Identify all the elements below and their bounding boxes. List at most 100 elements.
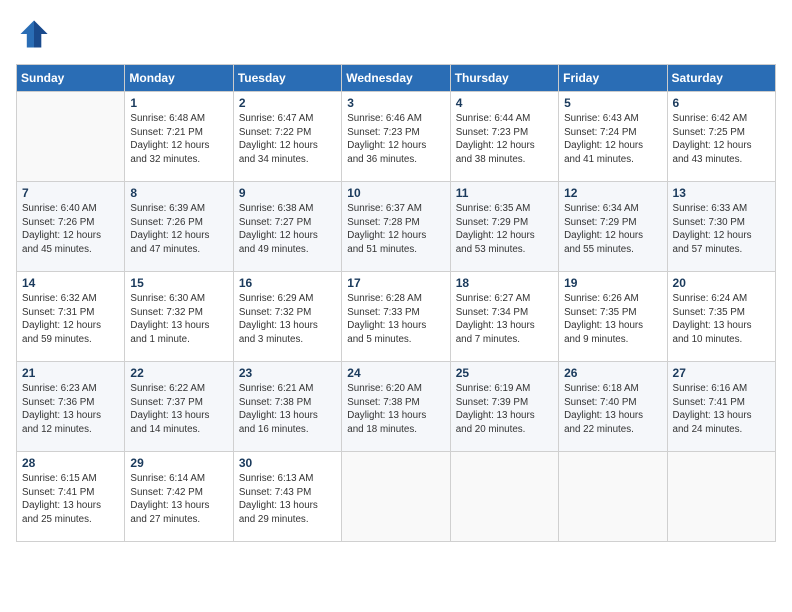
calendar-week-2: 7Sunrise: 6:40 AM Sunset: 7:26 PM Daylig… <box>17 182 776 272</box>
day-number: 2 <box>239 96 336 110</box>
calendar-cell: 2 Sunrise: 6:47 AM Sunset: 7:22 PM Daylig… <box>233 92 341 182</box>
day-info: Sunrise: 6:39 AM Sunset: 7:26 PM Dayligh… <box>130 202 227 257</box>
day-number: 14 <box>22 276 119 290</box>
day-number: 10 <box>347 186 444 200</box>
day-number: 7 <box>22 186 119 200</box>
day-number: 18 <box>456 276 553 290</box>
calendar-table: SundayMondayTuesdayWednesdayThursdayFrid… <box>16 64 776 542</box>
day-number: 27 <box>673 366 770 380</box>
day-number: 25 <box>456 366 553 380</box>
calendar-cell: 22 Sunrise: 6:22 AM Sunset: 7:37 PM Dayli… <box>125 362 233 452</box>
calendar-cell: 25 Sunrise: 6:19 AM Sunset: 7:39 PM Dayli… <box>450 362 558 452</box>
day-number: 1 <box>130 96 227 110</box>
day-number: 12 <box>564 186 661 200</box>
day-info: Sunrise: 6:43 AM Sunset: 7:24 PM Dayligh… <box>564 112 661 167</box>
calendar-cell: 10 Sunrise: 6:37 AM Sunset: 7:28 PM Dayli… <box>342 182 450 272</box>
day-info: Sunrise: 6:19 AM Sunset: 7:39 PM Dayligh… <box>456 382 553 437</box>
calendar-cell: 30 Sunrise: 6:13 AM Sunset: 7:43 PM Dayli… <box>233 452 341 542</box>
day-number: 29 <box>130 456 227 470</box>
day-number: 6 <box>673 96 770 110</box>
calendar-cell: 14 Sunrise: 6:32 AM Sunset: 7:31 PM Dayli… <box>17 272 125 362</box>
day-number: 8 <box>130 186 227 200</box>
calendar-cell: 6 Sunrise: 6:42 AM Sunset: 7:25 PM Daylig… <box>667 92 775 182</box>
page-header <box>16 16 776 52</box>
day-info: Sunrise: 6:28 AM Sunset: 7:33 PM Dayligh… <box>347 292 444 347</box>
column-header-thursday: Thursday <box>450 65 558 92</box>
calendar-cell: 28Sunrise: 6:15 AM Sunset: 7:41 PM Dayli… <box>17 452 125 542</box>
calendar-cell: 19 Sunrise: 6:26 AM Sunset: 7:35 PM Dayli… <box>559 272 667 362</box>
day-info: Sunrise: 6:22 AM Sunset: 7:37 PM Dayligh… <box>130 382 227 437</box>
calendar-cell: 7Sunrise: 6:40 AM Sunset: 7:26 PM Daylig… <box>17 182 125 272</box>
day-info: Sunrise: 6:47 AM Sunset: 7:22 PM Dayligh… <box>239 112 336 167</box>
calendar-cell <box>17 92 125 182</box>
day-info: Sunrise: 6:16 AM Sunset: 7:41 PM Dayligh… <box>673 382 770 437</box>
day-info: Sunrise: 6:37 AM Sunset: 7:28 PM Dayligh… <box>347 202 444 257</box>
day-number: 19 <box>564 276 661 290</box>
day-info: Sunrise: 6:35 AM Sunset: 7:29 PM Dayligh… <box>456 202 553 257</box>
column-header-saturday: Saturday <box>667 65 775 92</box>
calendar-cell <box>559 452 667 542</box>
day-info: Sunrise: 6:48 AM Sunset: 7:21 PM Dayligh… <box>130 112 227 167</box>
calendar-cell: 15 Sunrise: 6:30 AM Sunset: 7:32 PM Dayli… <box>125 272 233 362</box>
day-info: Sunrise: 6:42 AM Sunset: 7:25 PM Dayligh… <box>673 112 770 167</box>
calendar-cell: 1 Sunrise: 6:48 AM Sunset: 7:21 PM Daylig… <box>125 92 233 182</box>
day-number: 22 <box>130 366 227 380</box>
day-number: 11 <box>456 186 553 200</box>
day-number: 23 <box>239 366 336 380</box>
day-number: 13 <box>673 186 770 200</box>
calendar-cell: 8 Sunrise: 6:39 AM Sunset: 7:26 PM Daylig… <box>125 182 233 272</box>
day-info: Sunrise: 6:44 AM Sunset: 7:23 PM Dayligh… <box>456 112 553 167</box>
day-info: Sunrise: 6:24 AM Sunset: 7:35 PM Dayligh… <box>673 292 770 347</box>
calendar-cell: 5 Sunrise: 6:43 AM Sunset: 7:24 PM Daylig… <box>559 92 667 182</box>
column-header-tuesday: Tuesday <box>233 65 341 92</box>
calendar-cell: 21 Sunrise: 6:23 AM Sunset: 7:36 PM Dayli… <box>17 362 125 452</box>
day-info: Sunrise: 6:26 AM Sunset: 7:35 PM Dayligh… <box>564 292 661 347</box>
logo-icon <box>16 16 52 52</box>
day-number: 5 <box>564 96 661 110</box>
day-info: Sunrise: 6:21 AM Sunset: 7:38 PM Dayligh… <box>239 382 336 437</box>
calendar-cell: 26Sunrise: 6:18 AM Sunset: 7:40 PM Dayli… <box>559 362 667 452</box>
calendar-cell: 18 Sunrise: 6:27 AM Sunset: 7:34 PM Dayli… <box>450 272 558 362</box>
day-number: 3 <box>347 96 444 110</box>
column-header-monday: Monday <box>125 65 233 92</box>
calendar-header-row: SundayMondayTuesdayWednesdayThursdayFrid… <box>17 65 776 92</box>
day-info: Sunrise: 6:15 AM Sunset: 7:41 PM Dayligh… <box>22 472 119 527</box>
calendar-cell: 23 Sunrise: 6:21 AM Sunset: 7:38 PM Dayli… <box>233 362 341 452</box>
calendar-week-1: 1 Sunrise: 6:48 AM Sunset: 7:21 PM Daylig… <box>17 92 776 182</box>
calendar-cell: 20Sunrise: 6:24 AM Sunset: 7:35 PM Dayli… <box>667 272 775 362</box>
calendar-cell: 11 Sunrise: 6:35 AM Sunset: 7:29 PM Dayli… <box>450 182 558 272</box>
day-number: 21 <box>22 366 119 380</box>
calendar-week-3: 14 Sunrise: 6:32 AM Sunset: 7:31 PM Dayli… <box>17 272 776 362</box>
column-header-wednesday: Wednesday <box>342 65 450 92</box>
day-number: 24 <box>347 366 444 380</box>
calendar-week-5: 28Sunrise: 6:15 AM Sunset: 7:41 PM Dayli… <box>17 452 776 542</box>
day-info: Sunrise: 6:29 AM Sunset: 7:32 PM Dayligh… <box>239 292 336 347</box>
calendar-cell <box>667 452 775 542</box>
calendar-cell: 29 Sunrise: 6:14 AM Sunset: 7:42 PM Dayli… <box>125 452 233 542</box>
day-number: 17 <box>347 276 444 290</box>
day-info: Sunrise: 6:32 AM Sunset: 7:31 PM Dayligh… <box>22 292 119 347</box>
day-number: 30 <box>239 456 336 470</box>
day-info: Sunrise: 6:30 AM Sunset: 7:32 PM Dayligh… <box>130 292 227 347</box>
day-info: Sunrise: 6:27 AM Sunset: 7:34 PM Dayligh… <box>456 292 553 347</box>
calendar-cell: 16Sunrise: 6:29 AM Sunset: 7:32 PM Dayli… <box>233 272 341 362</box>
calendar-cell: 17 Sunrise: 6:28 AM Sunset: 7:33 PM Dayli… <box>342 272 450 362</box>
column-header-friday: Friday <box>559 65 667 92</box>
calendar-cell: 27 Sunrise: 6:16 AM Sunset: 7:41 PM Dayli… <box>667 362 775 452</box>
calendar-cell <box>342 452 450 542</box>
day-number: 15 <box>130 276 227 290</box>
day-number: 26 <box>564 366 661 380</box>
day-info: Sunrise: 6:38 AM Sunset: 7:27 PM Dayligh… <box>239 202 336 257</box>
day-number: 9 <box>239 186 336 200</box>
calendar-cell: 3Sunrise: 6:46 AM Sunset: 7:23 PM Daylig… <box>342 92 450 182</box>
day-info: Sunrise: 6:14 AM Sunset: 7:42 PM Dayligh… <box>130 472 227 527</box>
day-info: Sunrise: 6:13 AM Sunset: 7:43 PM Dayligh… <box>239 472 336 527</box>
calendar-cell: 13 Sunrise: 6:33 AM Sunset: 7:30 PM Dayli… <box>667 182 775 272</box>
day-info: Sunrise: 6:34 AM Sunset: 7:29 PM Dayligh… <box>564 202 661 257</box>
day-info: Sunrise: 6:20 AM Sunset: 7:38 PM Dayligh… <box>347 382 444 437</box>
calendar-cell <box>450 452 558 542</box>
day-info: Sunrise: 6:23 AM Sunset: 7:36 PM Dayligh… <box>22 382 119 437</box>
calendar-cell: 4Sunrise: 6:44 AM Sunset: 7:23 PM Daylig… <box>450 92 558 182</box>
calendar-cell: 24 Sunrise: 6:20 AM Sunset: 7:38 PM Dayli… <box>342 362 450 452</box>
day-info: Sunrise: 6:33 AM Sunset: 7:30 PM Dayligh… <box>673 202 770 257</box>
